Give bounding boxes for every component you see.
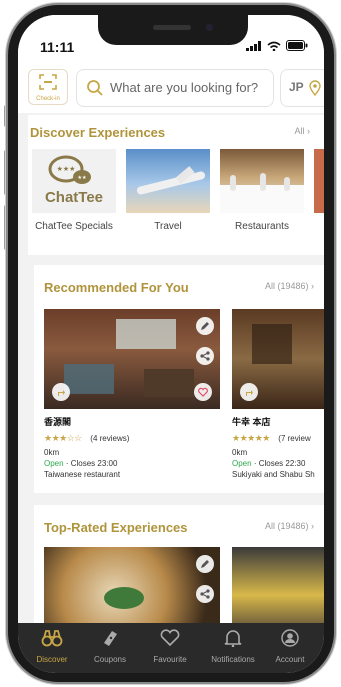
tab-label: Coupons bbox=[93, 655, 127, 664]
edit-button[interactable] bbox=[196, 317, 214, 335]
user-icon bbox=[281, 629, 299, 647]
restaurant-name: 牛幸 本店 bbox=[232, 417, 271, 427]
search-placeholder: What are you looking for? bbox=[110, 80, 259, 95]
location-pin-icon bbox=[309, 80, 321, 96]
language-code: JP bbox=[289, 80, 304, 94]
toprated-all-link[interactable]: All (19486) › bbox=[265, 521, 314, 531]
tab-label: Favourite bbox=[153, 655, 187, 664]
experience-label: Travel bbox=[154, 221, 182, 232]
distance: 0km bbox=[232, 448, 248, 457]
share-button[interactable] bbox=[196, 585, 214, 603]
status-time: 11:11 bbox=[40, 39, 75, 55]
toprated-card: Top-Rated Experiences All (19486) › bbox=[34, 505, 324, 627]
directions-arrow-icon bbox=[246, 390, 253, 396]
restaurant-photo bbox=[232, 309, 324, 409]
language-location-button[interactable]: JP bbox=[280, 69, 324, 107]
tab-favourite[interactable]: Favourite bbox=[142, 629, 198, 664]
notch bbox=[98, 15, 248, 45]
bottom-tab-bar: Discover Coupons Favourite Notifications bbox=[18, 623, 324, 673]
directions-arrow-icon bbox=[58, 390, 65, 396]
svg-text:★★★: ★★★ bbox=[57, 165, 76, 173]
bell-icon bbox=[224, 630, 242, 648]
checkin-label: Check-in bbox=[36, 96, 60, 102]
tab-label: Account bbox=[275, 655, 305, 664]
scan-icon bbox=[39, 74, 57, 90]
tab-coupons[interactable]: Coupons bbox=[82, 629, 138, 664]
chattee-logo: ★★★ ★★ ChatTee bbox=[32, 149, 116, 213]
open-status: Open bbox=[232, 459, 252, 468]
svg-text:★★: ★★ bbox=[78, 175, 87, 181]
tab-label: Discover bbox=[36, 655, 68, 664]
closing-time: · Closes 23:00 bbox=[65, 459, 118, 468]
rating-stars: ★★★★★ bbox=[232, 433, 270, 443]
restaurant-card[interactable]: 香源閣 ★★★☆☆ (4 reviews) 0km Open · Closes … bbox=[44, 309, 220, 479]
wifi-icon bbox=[267, 41, 281, 51]
toprated-photo[interactable] bbox=[232, 547, 324, 627]
experience-next-peek bbox=[314, 149, 324, 213]
search-icon bbox=[87, 80, 103, 96]
review-count: (7 review bbox=[278, 434, 311, 443]
experience-chattee-specials[interactable]: ★★★ ★★ ChatTee ChatTee Specials bbox=[32, 149, 116, 233]
review-count: (4 reviews) bbox=[90, 434, 130, 443]
tab-discover[interactable]: Discover bbox=[24, 629, 80, 664]
share-button[interactable] bbox=[196, 347, 214, 365]
recommended-all-label: All (19486) bbox=[264, 281, 309, 291]
recommended-all-link[interactable]: All (19486) › bbox=[265, 281, 314, 291]
experience-label: Restaurants bbox=[235, 221, 289, 232]
closing-time: · Closes 22:30 bbox=[253, 459, 306, 468]
directions-button[interactable] bbox=[52, 383, 70, 401]
ticket-icon bbox=[104, 631, 117, 646]
discover-all-link[interactable]: All › bbox=[294, 126, 310, 136]
rating-stars: ★★★☆☆ bbox=[44, 433, 82, 443]
recommended-card: Recommended For You All (19486) › 香源閣 ★★… bbox=[34, 265, 324, 493]
checkin-button[interactable]: Check-in bbox=[28, 69, 68, 105]
edit-button[interactable] bbox=[196, 555, 214, 573]
heart-icon bbox=[160, 629, 180, 647]
signal-icon bbox=[246, 40, 261, 51]
discover-all-label: All bbox=[294, 126, 305, 136]
experience-label: ChatTee Specials bbox=[35, 221, 113, 232]
experience-travel[interactable]: Travel bbox=[126, 149, 210, 233]
status-icons bbox=[246, 40, 308, 51]
tab-account[interactable]: Account bbox=[262, 629, 318, 664]
open-status: Open bbox=[44, 459, 64, 468]
directions-button[interactable] bbox=[240, 383, 258, 401]
restaurant-name: 香源閣 bbox=[44, 417, 72, 427]
restaurant-category: Sukiyaki and Shabu Sh bbox=[232, 470, 315, 479]
battery-icon bbox=[286, 40, 308, 51]
heart-icon bbox=[198, 387, 208, 397]
restaurant-card[interactable]: 牛幸 本店 ★★★★★ (7 review 0km Open · Closes … bbox=[232, 309, 324, 479]
pen-icon bbox=[201, 322, 209, 330]
restaurant-photo bbox=[44, 309, 220, 409]
restaurants-image bbox=[220, 149, 304, 213]
app-screen: 11:11 Check-in What are you looking for?… bbox=[18, 15, 324, 673]
binoculars-icon bbox=[41, 630, 63, 647]
recommended-title: Recommended For You bbox=[44, 280, 189, 295]
distance: 0km bbox=[44, 448, 60, 457]
tab-notifications[interactable]: Notifications bbox=[202, 629, 264, 664]
share-icon bbox=[200, 351, 210, 361]
restaurant-category: Taiwanese restaurant bbox=[44, 470, 121, 479]
speaker bbox=[153, 25, 191, 30]
discover-experiences-card: Discover Experiences All › ★★★ ★★ ChatTe… bbox=[28, 115, 324, 255]
tab-label: Notifications bbox=[211, 655, 255, 664]
top-header: Check-in What are you looking for? JP bbox=[18, 59, 324, 113]
discover-title: Discover Experiences bbox=[30, 125, 166, 140]
chattee-logo-text: ChatTee bbox=[44, 189, 104, 206]
toprated-title: Top-Rated Experiences bbox=[44, 520, 188, 535]
toprated-all-label: All (19486) bbox=[264, 521, 309, 531]
pen-icon bbox=[201, 560, 209, 568]
travel-image bbox=[126, 149, 210, 213]
experience-restaurants[interactable]: Restaurants bbox=[220, 149, 304, 233]
favourite-button[interactable] bbox=[194, 383, 212, 401]
front-camera bbox=[206, 24, 213, 31]
toprated-photo[interactable] bbox=[44, 547, 220, 627]
share-icon bbox=[200, 589, 210, 599]
search-input[interactable]: What are you looking for? bbox=[76, 69, 274, 107]
